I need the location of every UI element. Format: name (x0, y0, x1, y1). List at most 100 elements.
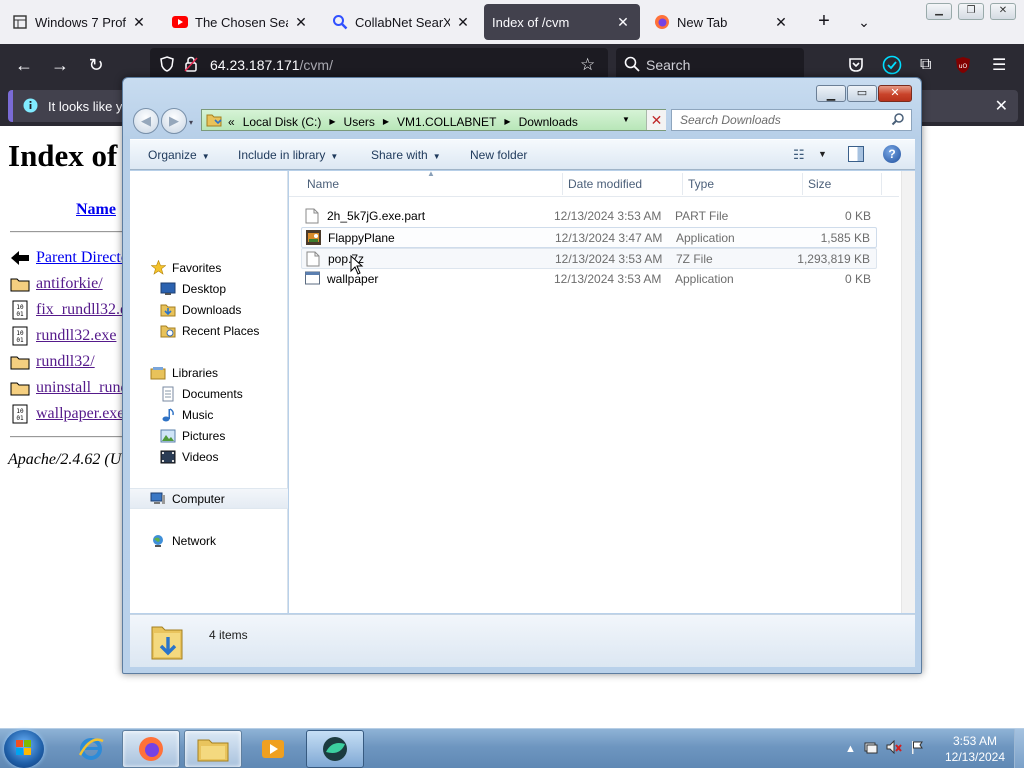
breadcrumb-local-disk[interactable]: Local Disk (C:) (243, 115, 322, 129)
flag-icon[interactable] (910, 740, 924, 757)
breadcrumb-users[interactable]: Users (344, 115, 375, 129)
organize-button[interactable]: Organize ▼ (148, 148, 210, 162)
column-divider[interactable] (881, 173, 882, 195)
action-center-icon[interactable] (864, 740, 878, 757)
back-button[interactable]: ◀ (133, 108, 159, 134)
chevron-down-icon[interactable]: ▼ (818, 149, 827, 159)
column-divider[interactable] (682, 173, 683, 195)
column-date-modified[interactable]: Date modified (568, 177, 642, 191)
file-row[interactable]: pop.7z 12/13/2024 3:53 AM 7Z File 1,293,… (301, 248, 877, 269)
chevron-down-icon[interactable]: ▼ (622, 115, 630, 124)
chevron-right-icon[interactable]: ▶ (504, 117, 510, 126)
file-size: 0 KB (844, 209, 871, 223)
change-view-icon[interactable]: ☷ (793, 147, 805, 163)
tab-windows7[interactable]: Windows 7 Professi ✕ (4, 4, 156, 40)
nav-recent-places[interactable]: Recent Places (130, 320, 288, 341)
chevron-right-icon[interactable]: ▶ (383, 117, 389, 126)
taskbar-app[interactable] (306, 730, 364, 768)
lock-insecure-icon[interactable] (184, 56, 198, 75)
index-link[interactable]: uninstall_rund (36, 379, 128, 397)
nav-desktop[interactable]: Desktop (130, 278, 288, 299)
recent-pages-dropdown[interactable]: ▾ (189, 118, 193, 127)
account-check-icon[interactable] (882, 55, 902, 78)
column-type[interactable]: Type (688, 177, 714, 191)
tab-new-tab[interactable]: New Tab ✕ (646, 4, 798, 40)
list-all-tabs-button[interactable]: ⌄ (852, 10, 876, 34)
close-tab-icon[interactable]: ✕ (130, 14, 148, 31)
breadcrumb-overflow[interactable]: « (228, 115, 235, 129)
parent-directory-link[interactable]: Parent Directo (36, 249, 129, 267)
close-tab-icon[interactable]: ✕ (454, 14, 472, 31)
breadcrumb-vm1-collabnet[interactable]: VM1.COLLABNET (397, 115, 496, 129)
index-link[interactable]: rundll32.exe (36, 327, 116, 345)
file-name: 2h_5k7jG.exe.part (327, 209, 426, 223)
column-divider[interactable] (562, 173, 563, 195)
reload-icon[interactable]: ↻ (84, 54, 108, 76)
tab-searxng[interactable]: CollabNet SearXNG ✕ (324, 4, 480, 40)
hamburger-menu-icon[interactable]: ☰ (992, 55, 1006, 75)
column-divider[interactable] (802, 173, 803, 195)
new-tab-button[interactable]: + (812, 10, 836, 34)
address-bar[interactable]: « Local Disk (C:) ▶ Users ▶ VM1.COLLABNE… (201, 109, 666, 131)
nav-downloads[interactable]: Downloads (130, 299, 288, 320)
index-link[interactable]: wallpaper.exe (36, 405, 124, 423)
index-link[interactable]: fix_rundll32.e (36, 301, 127, 319)
close-tab-icon[interactable]: ✕ (292, 14, 310, 31)
vertical-scrollbar[interactable] (901, 171, 915, 613)
nav-libraries[interactable]: Libraries (130, 362, 288, 383)
show-desktop-button[interactable] (1014, 729, 1024, 768)
preview-pane-icon[interactable] (848, 146, 864, 162)
clock[interactable]: 3:53 AM 12/13/2024 (940, 733, 1010, 765)
taskbar-firefox[interactable] (122, 730, 180, 768)
tab-index-cvm[interactable]: Index of /cvm ✕ (484, 4, 640, 40)
nav-computer[interactable]: Computer (130, 488, 288, 509)
forward-button[interactable]: ▶ (161, 108, 187, 134)
shield-icon[interactable] (160, 56, 174, 75)
file-row[interactable]: 2h_5k7jG.exe.part 12/13/2024 3:53 AM PAR… (301, 206, 877, 227)
include-in-library-button[interactable]: Include in library ▼ (238, 148, 338, 162)
start-button[interactable] (4, 730, 44, 768)
nav-music[interactable]: Music (130, 404, 288, 425)
bookmark-star-icon[interactable]: ☆ (580, 55, 595, 75)
nav-pictures[interactable]: Pictures (130, 425, 288, 446)
stop-icon[interactable]: ✕ (646, 110, 666, 130)
nav-videos[interactable]: Videos (130, 446, 288, 467)
show-hidden-icons[interactable]: ▲ (845, 743, 856, 755)
close-window-button[interactable]: ✕ (990, 3, 1016, 20)
nav-network[interactable]: Network (130, 530, 288, 551)
nav-documents[interactable]: Documents (130, 383, 288, 404)
help-icon[interactable]: ? (883, 145, 901, 163)
taskbar-media-player[interactable] (244, 730, 302, 768)
search-input[interactable]: Search Downloads (671, 109, 912, 131)
restore-button[interactable]: ❐ (958, 3, 984, 20)
breadcrumb-downloads[interactable]: Downloads (519, 115, 578, 129)
close-tab-icon[interactable]: ✕ (614, 14, 632, 31)
chevron-right-icon[interactable]: ▶ (329, 117, 335, 126)
new-folder-button[interactable]: New folder (470, 148, 527, 162)
name-column-link[interactable]: Name (76, 201, 116, 219)
nav-favorites[interactable]: Favorites (130, 257, 288, 278)
share-with-button[interactable]: Share with ▼ (371, 148, 441, 162)
file-row[interactable]: wallpaper 12/13/2024 3:53 AM Application… (301, 269, 877, 290)
close-icon[interactable]: ✕ (995, 96, 1008, 116)
tab-the-chosen[interactable]: The Chosen Season ✕ (164, 4, 318, 40)
minimize-button[interactable]: ▁ (816, 85, 846, 102)
column-size[interactable]: Size (808, 177, 831, 191)
back-arrow-icon[interactable]: ← (12, 54, 36, 76)
volume-muted-icon[interactable] (886, 739, 902, 757)
close-button[interactable]: ✕ (878, 85, 912, 102)
taskbar-file-explorer[interactable] (184, 730, 242, 768)
pocket-icon[interactable] (848, 57, 864, 76)
extensions-icon[interactable]: ⧉ (920, 56, 931, 74)
maximize-button[interactable]: ▭ (847, 85, 877, 102)
file-row[interactable]: FlappyPlane 12/13/2024 3:47 AM Applicati… (301, 227, 877, 248)
column-name[interactable]: Name (307, 177, 339, 191)
minimize-button[interactable]: ▁ (926, 3, 952, 20)
taskbar-internet-explorer[interactable] (62, 730, 120, 768)
forward-arrow-icon[interactable]: → (48, 54, 72, 76)
index-link[interactable]: rundll32/ (36, 353, 95, 371)
ublock-icon[interactable]: uO (954, 56, 972, 77)
search-icon[interactable] (891, 112, 905, 129)
index-link[interactable]: antiforkie/ (36, 275, 103, 293)
close-tab-icon[interactable]: ✕ (772, 14, 790, 31)
